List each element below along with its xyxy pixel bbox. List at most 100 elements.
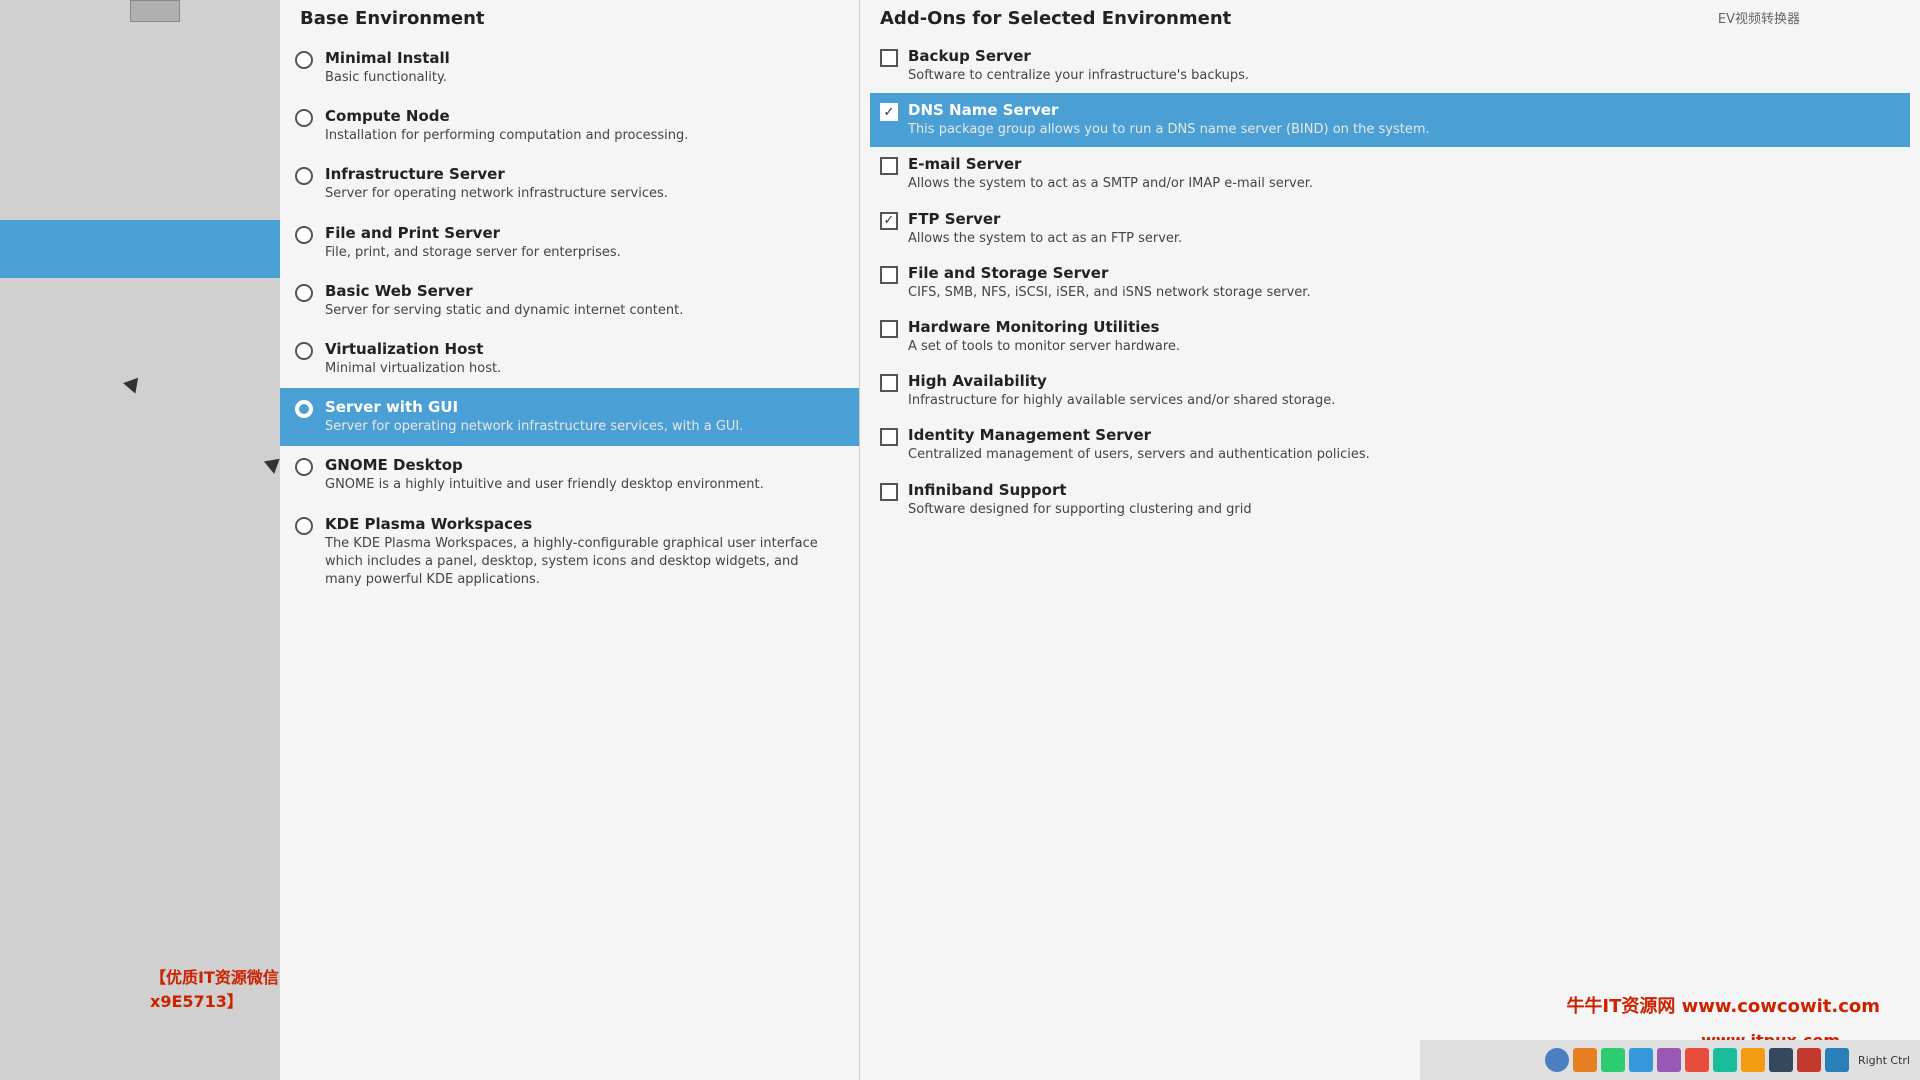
item-text-basic-web: Basic Web Server Server for serving stat… <box>325 282 839 320</box>
addon-title-high-availability: High Availability <box>908 372 1900 390</box>
item-title-file-print: File and Print Server <box>325 224 839 242</box>
addon-item-identity[interactable]: Identity Management Server Centralized m… <box>870 418 1910 472</box>
taskbar-icon-4[interactable] <box>1629 1048 1653 1072</box>
addon-title-ftp: FTP Server <box>908 210 1900 228</box>
checkbox-ftp[interactable]: ✓ <box>880 212 898 230</box>
item-title-compute: Compute Node <box>325 107 839 125</box>
item-desc-minimal: Basic functionality. <box>325 69 839 87</box>
ev-watermark: EV视频转换器 <box>1718 8 1800 27</box>
radio-compute <box>295 109 313 127</box>
item-text-gnome: GNOME Desktop GNOME is a highly intuitiv… <box>325 456 839 494</box>
checkbox-backup[interactable] <box>880 49 898 67</box>
taskbar-icon-2[interactable] <box>1573 1048 1597 1072</box>
addons-list: Backup Server Software to centralize you… <box>860 39 1920 527</box>
base-env-item-gnome[interactable]: GNOME Desktop GNOME is a highly intuitiv… <box>280 446 859 504</box>
checkbox-high-availability[interactable] <box>880 374 898 392</box>
base-env-item-basic-web[interactable]: Basic Web Server Server for serving stat… <box>280 272 859 330</box>
base-env-item-kde[interactable]: KDE Plasma Workspaces The KDE Plasma Wor… <box>280 505 859 600</box>
item-text-virtualization: Virtualization Host Minimal virtualizati… <box>325 340 839 378</box>
taskbar-icon-1[interactable] <box>1545 1048 1569 1072</box>
addon-desc-backup: Software to centralize your infrastructu… <box>908 67 1900 85</box>
addon-text-hardware-monitoring: Hardware Monitoring Utilities A set of t… <box>908 318 1900 356</box>
addon-title-infiniband: Infiniband Support <box>908 481 1900 499</box>
taskbar-icon-8[interactable] <box>1741 1048 1765 1072</box>
watermark-right: 牛牛IT资源网 www.cowcowit.com <box>1566 992 1880 1018</box>
checkbox-email[interactable] <box>880 157 898 175</box>
item-title-server-gui: Server with GUI <box>325 398 839 416</box>
item-title-kde: KDE Plasma Workspaces <box>325 515 839 533</box>
addon-text-backup: Backup Server Software to centralize you… <box>908 47 1900 85</box>
addon-desc-file-storage: CIFS, SMB, NFS, iSCSI, iSER, and iSNS ne… <box>908 284 1900 302</box>
item-text-infrastructure: Infrastructure Server Server for operati… <box>325 165 839 203</box>
main-layout: 【优质IT资源微信x9E5713】 Base Environment Minim… <box>0 0 1920 1080</box>
taskbar: Right Ctrl <box>1420 1040 1920 1080</box>
cursor-arrow-1 <box>123 378 143 397</box>
checkbox-identity[interactable] <box>880 428 898 446</box>
base-env-header: Base Environment <box>280 0 859 39</box>
taskbar-icon-7[interactable] <box>1713 1048 1737 1072</box>
addon-item-high-availability[interactable]: High Availability Infrastructure for hig… <box>870 364 1910 418</box>
addon-title-email: E-mail Server <box>908 155 1900 173</box>
addon-text-dns: DNS Name Server This package group allow… <box>908 101 1900 139</box>
addon-desc-hardware-monitoring: A set of tools to monitor server hardwar… <box>908 338 1900 356</box>
taskbar-icon-6[interactable] <box>1685 1048 1709 1072</box>
addon-text-file-storage: File and Storage Server CIFS, SMB, NFS, … <box>908 264 1900 302</box>
addon-desc-infiniband: Software designed for supporting cluster… <box>908 501 1900 519</box>
checkbox-hardware-monitoring[interactable] <box>880 320 898 338</box>
radio-minimal <box>295 51 313 69</box>
addon-item-backup[interactable]: Backup Server Software to centralize you… <box>870 39 1910 93</box>
item-title-gnome: GNOME Desktop <box>325 456 839 474</box>
item-text-minimal: Minimal Install Basic functionality. <box>325 49 839 87</box>
addon-desc-ftp: Allows the system to act as an FTP serve… <box>908 230 1900 248</box>
addon-text-email: E-mail Server Allows the system to act a… <box>908 155 1900 193</box>
right-ctrl-label: Right Ctrl <box>1858 1054 1910 1067</box>
item-desc-infrastructure: Server for operating network infrastruct… <box>325 185 839 203</box>
radio-virtualization <box>295 342 313 360</box>
checkbox-infiniband[interactable] <box>880 483 898 501</box>
taskbar-icon-11[interactable] <box>1825 1048 1849 1072</box>
radio-kde <box>295 517 313 535</box>
item-desc-file-print: File, print, and storage server for ente… <box>325 244 839 262</box>
base-env-item-server-gui[interactable]: Server with GUI Server for operating net… <box>280 388 859 446</box>
taskbar-icon-5[interactable] <box>1657 1048 1681 1072</box>
checkbox-file-storage[interactable] <box>880 266 898 284</box>
base-environment-panel: Base Environment Minimal Install Basic f… <box>280 0 860 1080</box>
addon-text-ftp: FTP Server Allows the system to act as a… <box>908 210 1900 248</box>
addon-title-file-storage: File and Storage Server <box>908 264 1900 282</box>
item-title-infrastructure: Infrastructure Server <box>325 165 839 183</box>
item-desc-compute: Installation for performing computation … <box>325 127 839 145</box>
addon-item-dns[interactable]: ✓ DNS Name Server This package group all… <box>870 93 1910 147</box>
base-env-item-virtualization[interactable]: Virtualization Host Minimal virtualizati… <box>280 330 859 388</box>
addon-text-high-availability: High Availability Infrastructure for hig… <box>908 372 1900 410</box>
addon-title-identity: Identity Management Server <box>908 426 1900 444</box>
radio-infrastructure <box>295 167 313 185</box>
item-title-minimal: Minimal Install <box>325 49 839 67</box>
base-env-item-file-print[interactable]: File and Print Server File, print, and s… <box>280 214 859 272</box>
addon-item-hardware-monitoring[interactable]: Hardware Monitoring Utilities A set of t… <box>870 310 1910 364</box>
base-env-item-compute[interactable]: Compute Node Installation for performing… <box>280 97 859 155</box>
addon-item-email[interactable]: E-mail Server Allows the system to act a… <box>870 147 1910 201</box>
base-env-item-infrastructure[interactable]: Infrastructure Server Server for operati… <box>280 155 859 213</box>
base-env-list: Minimal Install Basic functionality. Com… <box>280 39 859 599</box>
item-text-kde: KDE Plasma Workspaces The KDE Plasma Wor… <box>325 515 839 590</box>
item-desc-gnome: GNOME is a highly intuitive and user fri… <box>325 476 839 494</box>
taskbar-icon-9[interactable] <box>1769 1048 1793 1072</box>
radio-basic-web <box>295 284 313 302</box>
item-desc-virtualization: Minimal virtualization host. <box>325 360 839 378</box>
item-desc-kde: The KDE Plasma Workspaces, a highly-conf… <box>325 535 839 590</box>
addon-desc-dns: This package group allows you to run a D… <box>908 121 1900 139</box>
addon-item-infiniband[interactable]: Infiniband Support Software designed for… <box>870 473 1910 527</box>
radio-file-print <box>295 226 313 244</box>
item-text-file-print: File and Print Server File, print, and s… <box>325 224 839 262</box>
addon-item-ftp[interactable]: ✓ FTP Server Allows the system to act as… <box>870 202 1910 256</box>
addon-item-file-storage[interactable]: File and Storage Server CIFS, SMB, NFS, … <box>870 256 1910 310</box>
base-env-item-minimal[interactable]: Minimal Install Basic functionality. <box>280 39 859 97</box>
left-sidebar: 【优质IT资源微信x9E5713】 <box>0 0 280 1080</box>
addon-title-backup: Backup Server <box>908 47 1900 65</box>
addon-title-hardware-monitoring: Hardware Monitoring Utilities <box>908 318 1900 336</box>
taskbar-icon-10[interactable] <box>1797 1048 1821 1072</box>
addon-desc-identity: Centralized management of users, servers… <box>908 446 1900 464</box>
item-title-virtualization: Virtualization Host <box>325 340 839 358</box>
taskbar-icon-3[interactable] <box>1601 1048 1625 1072</box>
checkbox-dns[interactable]: ✓ <box>880 103 898 121</box>
